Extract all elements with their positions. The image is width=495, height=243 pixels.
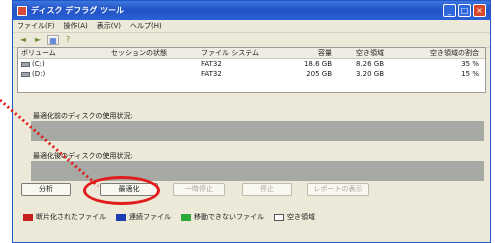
- menu-action[interactable]: 操作(A): [64, 21, 88, 31]
- minimize-button[interactable]: _: [443, 4, 456, 17]
- after-usage-label: 最適化後のディスクの使用状況:: [33, 152, 133, 160]
- view-report-button[interactable]: レポートの表示: [307, 183, 369, 196]
- column-file-system[interactable]: ファイル システム: [198, 48, 273, 58]
- legend-free-space: 空き領域: [274, 212, 315, 222]
- legend-unmovable: 移動できないファイル: [181, 212, 264, 222]
- volume-name: (D:): [32, 70, 46, 78]
- contiguous-swatch: [116, 213, 126, 221]
- defrag-window: ディスク デフラグ ツール _ □ × ファイル(F) 操作(A) 表示(V) …: [12, 0, 491, 243]
- menu-bar: ファイル(F) 操作(A) 表示(V) ヘルプ(H): [13, 20, 490, 33]
- volume-name: (C:): [32, 60, 45, 68]
- column-capacity[interactable]: 容量: [273, 48, 336, 58]
- close-button[interactable]: ×: [473, 4, 486, 17]
- back-arrow-icon[interactable]: ◄: [17, 35, 29, 45]
- free-space-swatch: [274, 213, 284, 221]
- file-system-cell: FAT32: [201, 60, 222, 68]
- legend-fragmented: 断片化されたファイル: [23, 212, 106, 222]
- volume-name-cell: (C:): [18, 60, 108, 68]
- capacity-cell: 205 GB: [306, 70, 332, 78]
- volume-list: ボリューム セッションの状態 ファイル システム 容量 空き領域 空き領域の割合…: [17, 47, 486, 93]
- free-percent-cell: 35 %: [461, 60, 479, 68]
- drive-icon: [21, 71, 30, 77]
- menu-view[interactable]: 表示(V): [97, 21, 121, 31]
- file-system-cell: FAT32: [201, 70, 222, 78]
- free-space-cell: 8.26 GB: [355, 60, 384, 68]
- volume-row[interactable]: (C:) FAT32 18.6 GB 8.26 GB 35 %: [18, 59, 485, 69]
- fragmented-swatch: [23, 213, 33, 221]
- annotation-highlight-oval: [83, 176, 160, 205]
- legend-free-space-label: 空き領域: [287, 213, 315, 221]
- column-session-status[interactable]: セッションの状態: [108, 48, 198, 58]
- console-view-icon[interactable]: ▦: [47, 35, 59, 45]
- toolbar: ◄ ► ▦ ?: [13, 33, 490, 48]
- stop-button[interactable]: 停止: [242, 183, 292, 196]
- unmovable-swatch: [181, 213, 191, 221]
- before-usage-bar: [31, 121, 484, 141]
- legend-fragmented-label: 断片化されたファイル: [36, 213, 106, 221]
- column-free-percent[interactable]: 空き領域の割合: [388, 48, 485, 58]
- menu-help[interactable]: ヘルプ(H): [130, 21, 162, 31]
- analyze-button[interactable]: 分析: [21, 183, 71, 196]
- legend: 断片化されたファイル 連続ファイル 移動できないファイル 空き領域: [23, 212, 325, 222]
- drive-icon: [21, 61, 30, 67]
- window-title: ディスク デフラグ ツール: [31, 6, 125, 15]
- before-usage-label: 最適化前のディスクの使用状況:: [33, 112, 133, 120]
- menu-file[interactable]: ファイル(F): [17, 21, 55, 31]
- legend-contiguous-label: 連続ファイル: [129, 213, 171, 221]
- column-free-space[interactable]: 空き領域: [336, 48, 388, 58]
- pause-button[interactable]: 一時停止: [173, 183, 225, 196]
- legend-contiguous: 連続ファイル: [116, 212, 171, 222]
- help-icon[interactable]: ?: [62, 35, 74, 45]
- title-bar[interactable]: ディスク デフラグ ツール _ □ ×: [13, 1, 490, 20]
- capacity-cell: 18.6 GB: [303, 60, 332, 68]
- legend-unmovable-label: 移動できないファイル: [194, 213, 264, 221]
- maximize-button[interactable]: □: [458, 4, 471, 17]
- volume-row[interactable]: (D:) FAT32 205 GB 3.20 GB 15 %: [18, 69, 485, 79]
- forward-arrow-icon[interactable]: ►: [32, 35, 44, 45]
- defrag-app-icon: [17, 5, 27, 16]
- free-percent-cell: 15 %: [461, 70, 479, 78]
- column-volume[interactable]: ボリューム: [18, 48, 108, 58]
- free-space-cell: 3.20 GB: [355, 70, 384, 78]
- volume-name-cell: (D:): [18, 70, 108, 78]
- volume-list-header: ボリューム セッションの状態 ファイル システム 容量 空き領域 空き領域の割合: [18, 48, 485, 59]
